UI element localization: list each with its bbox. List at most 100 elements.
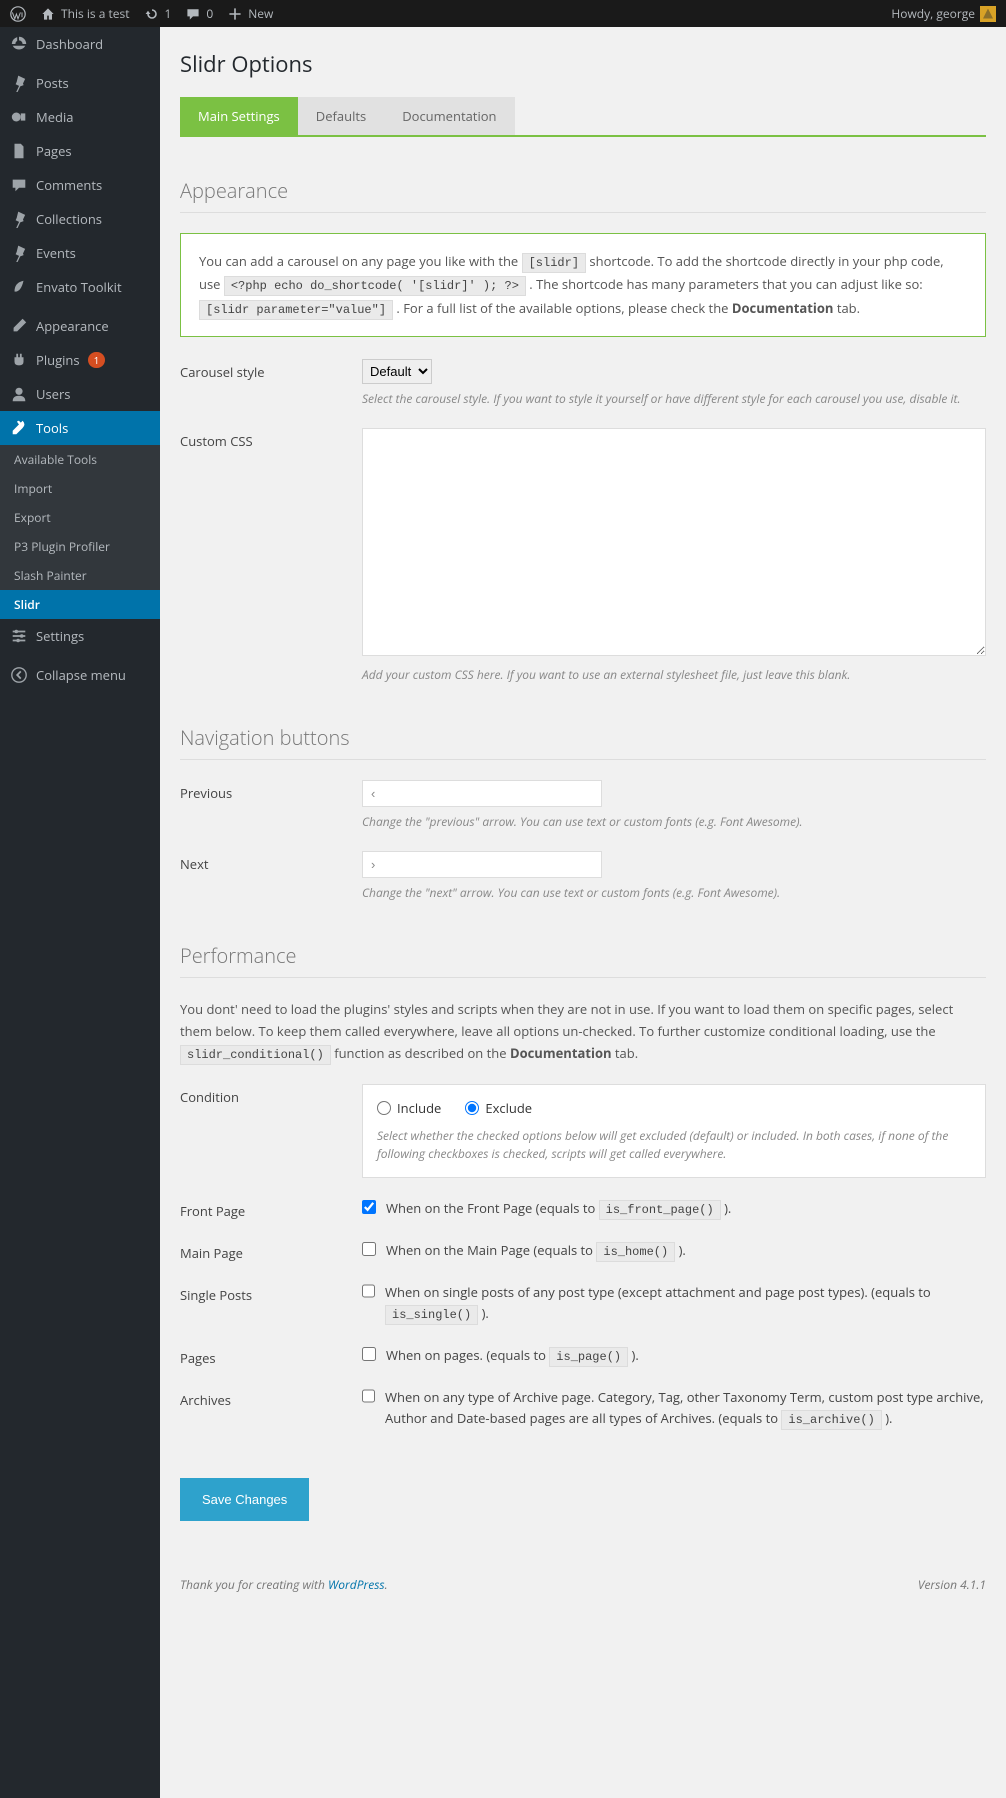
save-button[interactable]: Save Changes bbox=[180, 1478, 309, 1521]
pages-label: Pages bbox=[180, 1345, 362, 1367]
version-text: Version 4.1.1 bbox=[918, 1576, 986, 1593]
next-help: Change the "next" arrow. You can use tex… bbox=[362, 884, 986, 902]
pin-icon bbox=[10, 210, 28, 228]
main-checkbox[interactable] bbox=[362, 1242, 376, 1256]
submenu-slash[interactable]: Slash Painter bbox=[0, 561, 160, 590]
page-title: Slidr Options bbox=[180, 49, 986, 79]
page-icon bbox=[10, 142, 28, 160]
collapse-icon bbox=[10, 666, 28, 684]
section-appearance: Appearance You can add a carousel on any… bbox=[180, 177, 986, 684]
comments-link[interactable]: 0 bbox=[185, 5, 213, 22]
css-help: Add your custom CSS here. If you want to… bbox=[362, 666, 986, 684]
pages-desc: When on pages. (equals to is_page() ). bbox=[386, 1345, 639, 1367]
custom-css-textarea[interactable] bbox=[362, 428, 986, 656]
plug-icon bbox=[10, 351, 28, 369]
condition-label: Condition bbox=[180, 1084, 362, 1178]
prev-label: Previous bbox=[180, 780, 362, 831]
tab-defaults[interactable]: Defaults bbox=[298, 97, 384, 135]
dashboard-icon bbox=[10, 35, 28, 53]
media-icon bbox=[10, 108, 28, 126]
comment-icon bbox=[185, 6, 201, 22]
carousel-style-select[interactable]: Default bbox=[362, 359, 432, 384]
pin-icon bbox=[10, 74, 28, 92]
wrench-icon bbox=[10, 419, 28, 437]
sidebar-item-plugins[interactable]: Plugins1 bbox=[0, 343, 160, 377]
howdy-text: Howdy, george bbox=[891, 5, 975, 22]
carousel-help: Select the carousel style. If you want t… bbox=[362, 390, 986, 408]
archives-desc: When on any type of Archive page. Catego… bbox=[385, 1387, 986, 1430]
site-link[interactable]: This is a test bbox=[40, 5, 130, 22]
carousel-style-label: Carousel style bbox=[180, 359, 362, 408]
site-name: This is a test bbox=[61, 5, 130, 22]
next-input[interactable] bbox=[362, 851, 602, 878]
refresh-icon bbox=[144, 6, 160, 22]
footer: Thank you for creating with WordPress. V… bbox=[180, 1576, 986, 1593]
sidebar-item-events[interactable]: Events bbox=[0, 236, 160, 270]
sidebar-item-media[interactable]: Media bbox=[0, 100, 160, 134]
front-checkbox[interactable] bbox=[362, 1200, 376, 1214]
appearance-title: Appearance bbox=[180, 177, 986, 213]
tab-main-settings[interactable]: Main Settings bbox=[180, 97, 298, 135]
nav-title: Navigation buttons bbox=[180, 724, 986, 760]
section-navigation: Navigation buttons Previous Change the "… bbox=[180, 724, 986, 902]
sidebar-item-envato[interactable]: Envato Toolkit bbox=[0, 270, 160, 304]
appearance-info: You can add a carousel on any page you l… bbox=[180, 233, 986, 337]
tabs: Main Settings Defaults Documentation bbox=[180, 97, 986, 137]
custom-css-label: Custom CSS bbox=[180, 428, 362, 684]
archives-label: Archives bbox=[180, 1387, 362, 1430]
sidebar-item-collapse[interactable]: Collapse menu bbox=[0, 658, 160, 692]
code-conditional: slidr_conditional() bbox=[180, 1045, 331, 1065]
archives-checkbox[interactable] bbox=[362, 1389, 375, 1403]
new-link[interactable]: New bbox=[227, 5, 273, 22]
prev-input[interactable] bbox=[362, 780, 602, 807]
sidebar-item-comments[interactable]: Comments bbox=[0, 168, 160, 202]
condition-help: Select whether the checked options below… bbox=[377, 1127, 971, 1163]
updates-link[interactable]: 1 bbox=[144, 5, 172, 22]
updates-count: 1 bbox=[165, 5, 172, 22]
radio-include[interactable]: Include bbox=[377, 1099, 441, 1117]
section-performance: Performance You dont' need to load the p… bbox=[180, 942, 986, 1430]
submenu-p3[interactable]: P3 Plugin Profiler bbox=[0, 532, 160, 561]
condition-box: Include Exclude Select whether the check… bbox=[362, 1084, 986, 1178]
sidebar-item-tools[interactable]: Tools bbox=[0, 411, 160, 445]
submenu-slidr[interactable]: Slidr bbox=[0, 590, 160, 619]
submenu-export[interactable]: Export bbox=[0, 503, 160, 532]
sidebar-item-appearance[interactable]: Appearance bbox=[0, 309, 160, 343]
front-label: Front Page bbox=[180, 1198, 362, 1220]
user-icon bbox=[10, 385, 28, 403]
sidebar-item-collections[interactable]: Collections bbox=[0, 202, 160, 236]
main-content: Slidr Options Main Settings Defaults Doc… bbox=[160, 27, 1006, 1798]
sidebar-item-posts[interactable]: Posts bbox=[0, 66, 160, 100]
new-label: New bbox=[248, 5, 273, 22]
tools-submenu: Available Tools Import Export P3 Plugin … bbox=[0, 445, 160, 619]
submenu-import[interactable]: Import bbox=[0, 474, 160, 503]
plugin-badge: 1 bbox=[88, 352, 106, 368]
home-icon bbox=[40, 6, 56, 22]
main-desc: When on the Main Page (equals to is_home… bbox=[386, 1240, 686, 1262]
wp-logo[interactable] bbox=[10, 6, 26, 22]
tab-documentation[interactable]: Documentation bbox=[384, 97, 514, 135]
leaf-icon bbox=[10, 278, 28, 296]
sidebar-item-users[interactable]: Users bbox=[0, 377, 160, 411]
plus-icon bbox=[227, 6, 243, 22]
prev-help: Change the "previous" arrow. You can use… bbox=[362, 813, 986, 831]
comments-count: 0 bbox=[206, 5, 213, 22]
submenu-available-tools[interactable]: Available Tools bbox=[0, 445, 160, 474]
pin-icon bbox=[10, 244, 28, 262]
sidebar-item-dashboard[interactable]: Dashboard bbox=[0, 27, 160, 61]
avatar bbox=[980, 6, 996, 22]
pages-checkbox[interactable] bbox=[362, 1347, 376, 1361]
sidebar-item-settings[interactable]: Settings bbox=[0, 619, 160, 653]
code-param: [slidr parameter="value"] bbox=[199, 300, 393, 320]
comment-icon bbox=[10, 176, 28, 194]
wordpress-link[interactable]: WordPress bbox=[328, 1576, 385, 1593]
code-slidr: [slidr] bbox=[522, 253, 586, 273]
single-checkbox[interactable] bbox=[362, 1284, 375, 1298]
sidebar-item-pages[interactable]: Pages bbox=[0, 134, 160, 168]
brush-icon bbox=[10, 317, 28, 335]
account-link[interactable]: Howdy, george bbox=[891, 5, 996, 22]
radio-exclude[interactable]: Exclude bbox=[465, 1099, 532, 1117]
admin-sidebar: Dashboard Posts Media Pages Comments Col… bbox=[0, 27, 160, 1798]
sliders-icon bbox=[10, 627, 28, 645]
front-desc: When on the Front Page (equals to is_fro… bbox=[386, 1198, 731, 1220]
